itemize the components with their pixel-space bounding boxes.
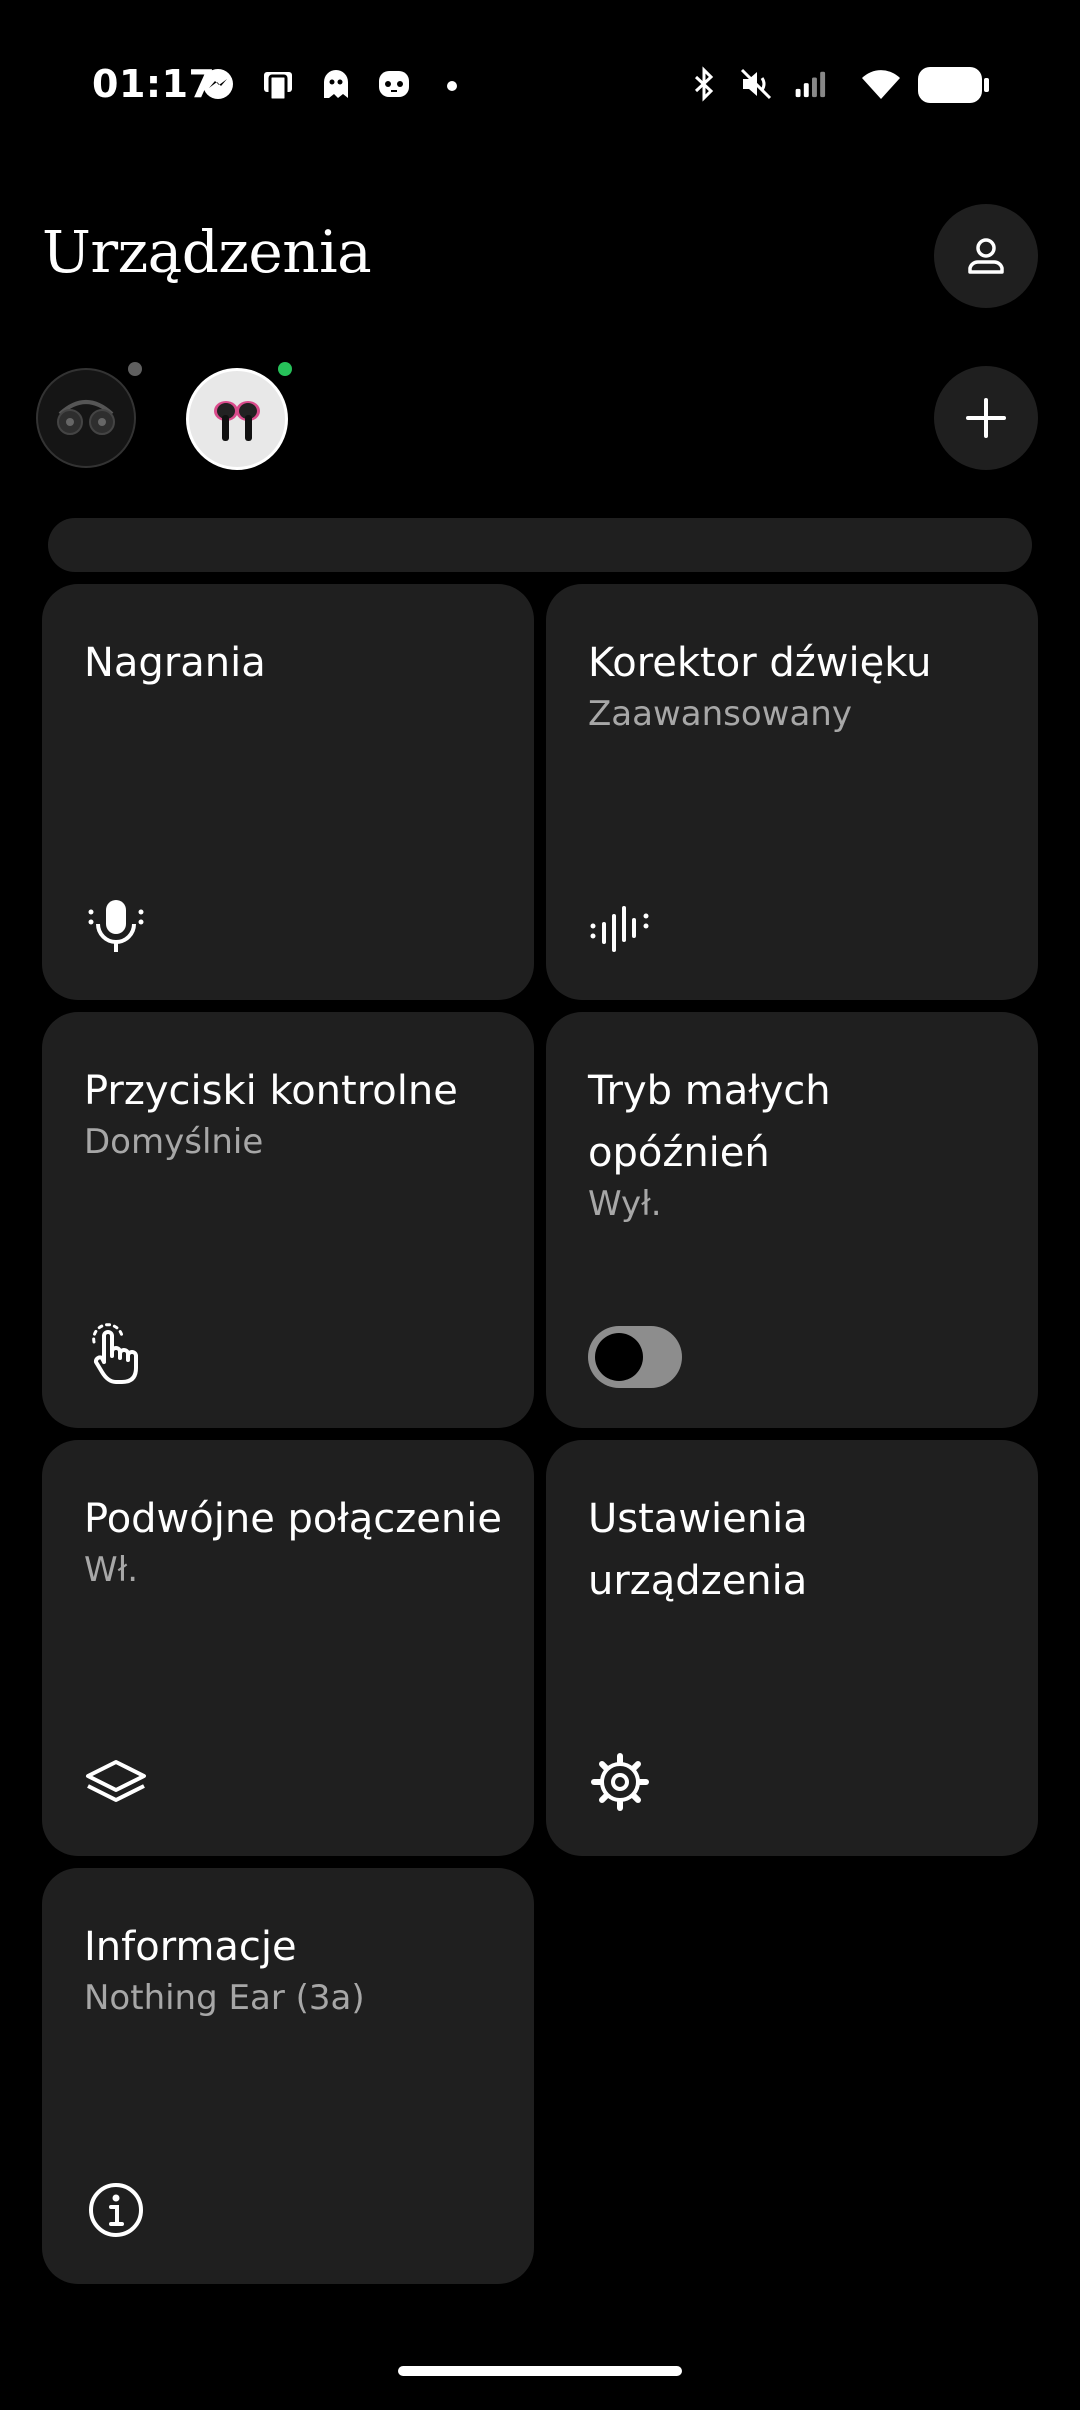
tile-device-settings[interactable]: Ustawienia urządzenia bbox=[546, 1440, 1038, 1856]
tile-subtitle: Wył. bbox=[588, 1184, 662, 1224]
info-icon bbox=[89, 2183, 143, 2237]
profile-button[interactable] bbox=[934, 204, 1038, 308]
tile-recordings[interactable]: Nagrania bbox=[42, 584, 534, 1000]
tile-title: Informacje bbox=[84, 1924, 297, 1970]
tile-subtitle: Wł. bbox=[84, 1550, 139, 1590]
tile-information[interactable]: Informacje Nothing Ear (3a) bbox=[42, 1868, 534, 2284]
touch-gesture-icon bbox=[92, 1323, 138, 1384]
gear-icon bbox=[591, 1753, 649, 1811]
signal-icon bbox=[795, 71, 826, 98]
earbuds-icon bbox=[214, 401, 260, 441]
person-icon bbox=[968, 238, 1004, 274]
tile-title: Nagrania bbox=[84, 640, 266, 686]
tile-subtitle: Domyślnie bbox=[84, 1122, 264, 1162]
low-latency-toggle[interactable] bbox=[588, 1326, 682, 1388]
device-earbuds[interactable] bbox=[186, 368, 288, 470]
tile-dual-connection[interactable]: Podwójne połączenie Wł. bbox=[42, 1440, 534, 1856]
bluetooth-icon bbox=[694, 66, 714, 102]
add-device-button[interactable] bbox=[934, 366, 1038, 470]
collapsed-panel[interactable] bbox=[48, 518, 1032, 572]
app-notification-icon bbox=[264, 72, 292, 102]
toggle-knob bbox=[595, 1333, 643, 1381]
tile-low-latency[interactable]: Tryb małych opóźnień Wył. bbox=[546, 1012, 1038, 1428]
messenger-icon bbox=[203, 69, 233, 99]
status-time: 01:17 bbox=[92, 62, 216, 106]
page-title: Urządzenia bbox=[42, 218, 372, 286]
tile-title: Tryb małych opóźnień bbox=[588, 1068, 831, 1176]
home-indicator[interactable] bbox=[398, 2366, 682, 2376]
tile-subtitle: Nothing Ear (3a) bbox=[84, 1978, 365, 2018]
plus-icon bbox=[966, 398, 1006, 438]
microphone-icon bbox=[88, 900, 144, 952]
tile-equalizer[interactable]: Korektor dźwięku Zaawansowany bbox=[546, 584, 1038, 1000]
layers-icon bbox=[86, 1760, 146, 1802]
device-headphones[interactable] bbox=[36, 368, 136, 468]
device-status-dot-offline bbox=[128, 362, 142, 376]
tile-title: Korektor dźwięku bbox=[588, 640, 932, 686]
headphones-icon bbox=[57, 400, 115, 435]
tile-controls[interactable]: Przyciski kontrolne Domyślnie bbox=[42, 1012, 534, 1428]
ghost-icon bbox=[324, 70, 348, 98]
dot-icon bbox=[447, 81, 457, 91]
tile-subtitle: Zaawansowany bbox=[588, 694, 852, 734]
wifi-icon bbox=[862, 70, 900, 99]
tile-title: Ustawienia urządzenia bbox=[588, 1496, 808, 1604]
equalizer-icon bbox=[590, 906, 649, 952]
battery-icon bbox=[918, 67, 989, 103]
tile-title: Podwójne połączenie bbox=[84, 1496, 502, 1542]
mute-icon bbox=[740, 68, 772, 100]
game-icon bbox=[379, 71, 409, 97]
device-status-dot-connected bbox=[278, 362, 292, 376]
tile-title: Przyciski kontrolne bbox=[84, 1068, 458, 1114]
